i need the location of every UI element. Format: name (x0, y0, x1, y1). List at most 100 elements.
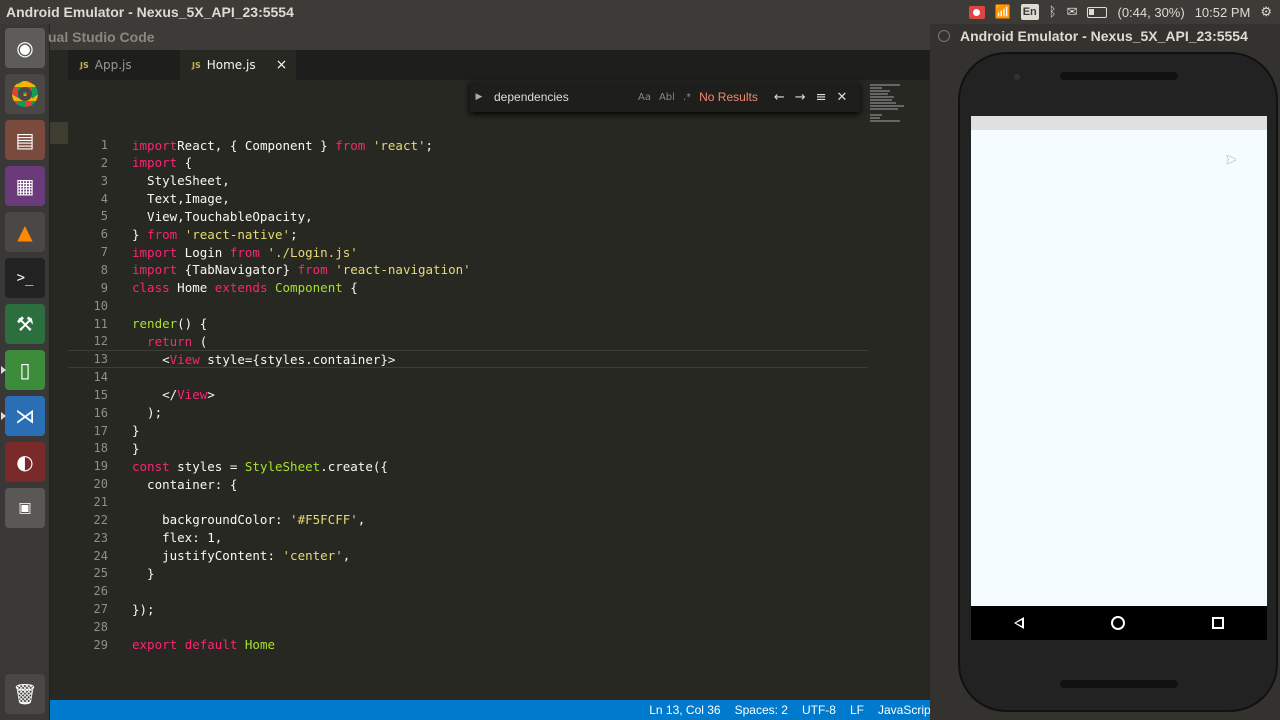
code-token: ; (425, 137, 434, 153)
photos-icon[interactable]: ▦ (5, 166, 45, 206)
code-token: () { (177, 316, 208, 331)
code-line[interactable]: 20 container: { (68, 475, 868, 493)
code-line[interactable]: 19 const styles = StyleSheet.create({ (68, 457, 868, 475)
minimap[interactable] (870, 84, 930, 164)
device-screen[interactable] (971, 116, 1267, 606)
next-match-icon[interactable]: → (795, 90, 806, 105)
window-close-icon[interactable] (938, 30, 950, 42)
files-icon[interactable]: ▤ (5, 120, 45, 160)
code-token: '#F5FCFF' (290, 512, 358, 528)
vlc-icon[interactable]: ▲ (5, 212, 45, 252)
code-token: flex: 1, (132, 530, 223, 546)
back-icon[interactable] (1014, 617, 1025, 629)
toggle-replace-icon[interactable]: ▶ (470, 92, 488, 102)
code-text: import {TabNavigator} from 'react-naviga… (132, 262, 471, 277)
workspace-icon[interactable]: ▣ (5, 488, 45, 528)
record-icon[interactable] (968, 5, 985, 19)
line-number: 29 (93, 637, 108, 652)
code-line[interactable]: 2 import { (68, 154, 868, 172)
battery-icon[interactable] (1087, 6, 1108, 18)
recents-icon[interactable] (1211, 617, 1224, 629)
chrome-icon[interactable] (5, 74, 45, 114)
code-token: return (132, 333, 193, 349)
match-word-button[interactable]: Abl (659, 92, 675, 103)
cursor-position[interactable]: Ln 13, Col 36 (649, 703, 720, 717)
line-number: 28 (93, 619, 108, 634)
code-line[interactable]: 14 (68, 368, 868, 386)
keyboard-layout-indicator[interactable]: En (1020, 4, 1039, 20)
code-line[interactable]: 28 (68, 618, 868, 636)
code-token: Home (237, 637, 276, 653)
android-studio-icon[interactable]: ⚒ (5, 304, 45, 344)
code-line[interactable]: 6} from 'react-native'; (68, 225, 868, 243)
match-case-button[interactable]: Aa (638, 92, 651, 103)
battery-status[interactable]: (0:44, 30%) (1117, 5, 1184, 20)
app-container-view[interactable] (971, 130, 1267, 606)
previous-match-icon[interactable]: ← (774, 90, 785, 105)
code-line[interactable]: 18} (68, 439, 868, 457)
code-line[interactable]: 16 ); (68, 404, 868, 422)
code-token: ; (290, 226, 298, 242)
close-find-icon[interactable]: ✕ (837, 90, 848, 105)
bluetooth-icon[interactable]: ᛒ (1049, 4, 1057, 20)
code-line[interactable]: 15 </View> (68, 386, 868, 404)
code-line[interactable]: 4 Text,Image, (68, 190, 868, 208)
clock[interactable]: 10:52 PM (1195, 5, 1251, 20)
line-number: 27 (93, 602, 108, 617)
line-number: 8 (100, 262, 108, 277)
code-line[interactable]: 27}); (68, 600, 868, 618)
home-icon[interactable] (1110, 616, 1125, 630)
code-editor[interactable]: 1 importReact, { Component } from 'react'… (68, 80, 930, 700)
code-line[interactable]: 25 } (68, 564, 868, 582)
code-token: </ (132, 387, 178, 403)
find-input[interactable]: dependencies (488, 90, 638, 104)
code-line[interactable]: 3 StyleSheet, (68, 172, 868, 190)
code-text: <View style={styles.container}> (132, 352, 395, 367)
android-nav-bar (971, 606, 1267, 640)
code-token: , (357, 512, 366, 528)
indentation[interactable]: Spaces: 2 (735, 703, 788, 717)
code-token: render (132, 316, 178, 331)
status-bar-android (971, 116, 1267, 130)
trash-icon[interactable]: 🗑 (5, 674, 45, 714)
code-line[interactable]: 21 (68, 493, 868, 511)
code-line[interactable]: 22 backgroundColor: '#F5FCFF', (68, 511, 868, 529)
code-line[interactable]: 7 import Login from './Login.js' (68, 243, 868, 261)
code-token: container: { (132, 476, 238, 492)
code-line[interactable]: 29 export default Home (68, 636, 868, 654)
code-line[interactable]: 1 importReact, { Component } from 'react'… (68, 136, 868, 154)
line-number: 20 (93, 477, 108, 492)
code-text: justifyContent: 'center', (132, 548, 350, 563)
code-line[interactable]: 12 return ( (68, 332, 868, 350)
disk-icon[interactable]: ◐ (5, 442, 45, 482)
wifi-icon[interactable]: 📶 (995, 4, 1011, 20)
dash-icon[interactable]: ◉ (5, 28, 45, 68)
code-line[interactable]: 11 render() { (68, 315, 868, 333)
code-line[interactable]: 13 <View style={styles.container}> (68, 350, 868, 369)
code-line[interactable]: 24 justifyContent: 'center', (68, 547, 868, 565)
code-line[interactable]: 9 class Home extends Component { (68, 279, 868, 297)
find-widget: ▶ dependencies Aa Abl .* No Results ← → … (470, 82, 860, 112)
find-in-selection-icon[interactable]: ≡ (816, 90, 827, 105)
tab-home-js[interactable]: JS Home.js × (180, 50, 296, 80)
code-line[interactable]: 8 import {TabNavigator} from 'react-navig… (68, 261, 868, 279)
code-line[interactable]: 10 (68, 297, 868, 315)
code-line[interactable]: 17} (68, 422, 868, 440)
code-line[interactable]: 23 flex: 1, (68, 529, 868, 547)
code-token: class (132, 280, 170, 296)
close-tab-icon[interactable]: × (276, 57, 288, 73)
code-text: container: { (132, 477, 237, 492)
mail-icon[interactable]: ✉ (1067, 4, 1078, 20)
code-line[interactable]: 26 (68, 582, 868, 600)
regex-button[interactable]: .* (683, 92, 691, 103)
line-ending[interactable]: LF (850, 703, 864, 717)
encoding[interactable]: UTF-8 (802, 703, 836, 717)
code-token: Text,Image, (132, 191, 230, 207)
gear-icon[interactable]: ⚙ (1260, 4, 1272, 20)
emulator-icon[interactable]: ▯ (1, 350, 45, 390)
language-mode[interactable]: JavaScript (878, 703, 930, 717)
tab-app-js[interactable]: JS App.js (68, 50, 180, 80)
vscode-icon[interactable]: ⋊ (1, 396, 45, 436)
terminal-icon[interactable]: >_ (5, 258, 45, 298)
code-line[interactable]: 5 View,TouchableOpacity, (68, 207, 868, 225)
